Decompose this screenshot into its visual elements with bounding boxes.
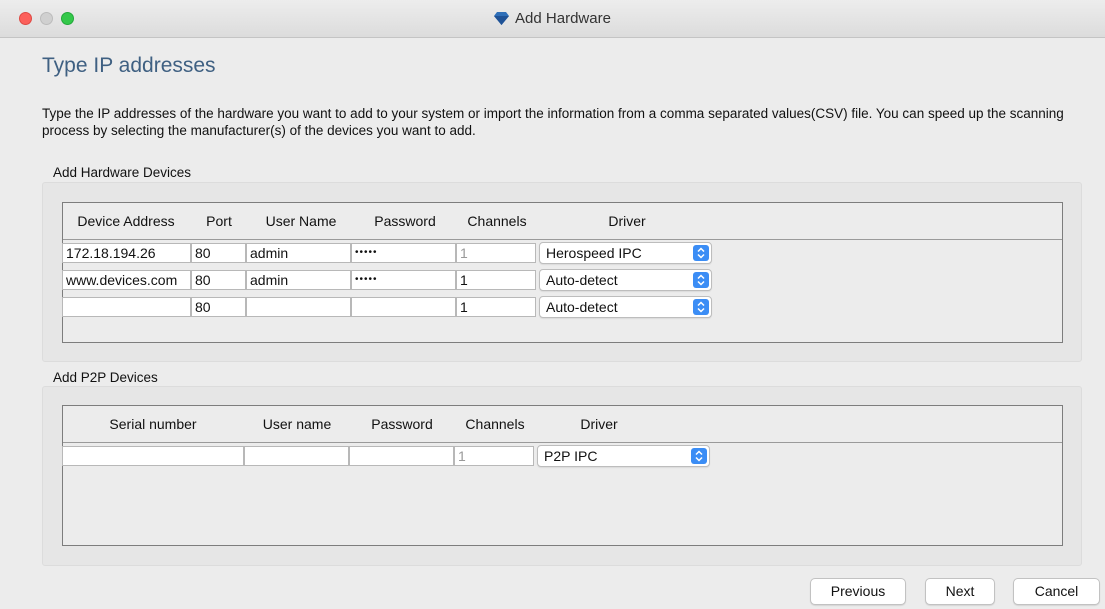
window-title: Add Hardware [0, 10, 1105, 29]
row1-password-input[interactable]: ••••• [351, 243, 456, 263]
row1-port-input[interactable]: 80 [191, 243, 246, 263]
row3-password-input[interactable] [351, 297, 456, 317]
row2-device-address-input[interactable]: www.devices.com [62, 270, 191, 290]
col-driver[interactable]: Driver [537, 406, 661, 442]
p2p-driver-select[interactable]: P2P IPC [537, 445, 710, 467]
row1-device-address-input[interactable]: 172.18.194.26 [62, 243, 191, 263]
row2-password-input[interactable]: ••••• [351, 270, 456, 290]
select-stepper-icon [693, 299, 709, 315]
previous-button[interactable]: Previous [810, 578, 906, 605]
row1-driver-select[interactable]: Herospeed IPC [539, 242, 712, 264]
col-driver[interactable]: Driver [539, 203, 715, 239]
p2p-user-name-input[interactable] [244, 446, 349, 466]
row2-user-name-input[interactable]: admin [246, 270, 351, 290]
row3-driver-value: Auto-detect [546, 299, 618, 315]
cancel-button[interactable]: Cancel [1013, 578, 1100, 605]
app-diamond-icon [494, 11, 510, 29]
p2p-password-input[interactable] [349, 446, 454, 466]
window-title-text: Add Hardware [515, 10, 611, 27]
header-divider [63, 442, 1062, 443]
col-serial-number[interactable]: Serial number [63, 406, 243, 442]
row2-port-input[interactable]: 80 [191, 270, 246, 290]
page-description: Type the IP addresses of the hardware yo… [42, 106, 1064, 138]
row1-user-name-input[interactable]: admin [246, 243, 351, 263]
col-user-name[interactable]: User name [245, 406, 349, 442]
col-password[interactable]: Password [350, 406, 454, 442]
row2-driver-value: Auto-detect [546, 272, 618, 288]
select-stepper-icon [691, 448, 707, 464]
page-title: Type IP addresses [42, 54, 216, 77]
row3-port-input[interactable]: 80 [191, 297, 246, 317]
col-port[interactable]: Port [193, 203, 245, 239]
select-stepper-icon [693, 245, 709, 261]
p2p-table: Serial number User name Password Channel… [62, 405, 1063, 546]
next-button[interactable]: Next [925, 578, 995, 605]
row3-channels-input[interactable]: 1 [456, 297, 536, 317]
col-user-name[interactable]: User Name [249, 203, 353, 239]
row3-user-name-input[interactable] [246, 297, 351, 317]
p2p-group-label: Add P2P Devices [53, 370, 158, 385]
hardware-group-label: Add Hardware Devices [53, 165, 192, 180]
row1-channels-input[interactable]: 1 [456, 243, 536, 263]
row2-channels-input[interactable]: 1 [456, 270, 536, 290]
p2p-driver-value: P2P IPC [544, 448, 598, 464]
col-channels[interactable]: Channels [455, 406, 535, 442]
select-stepper-icon [693, 272, 709, 288]
col-channels[interactable]: Channels [457, 203, 537, 239]
p2p-channels-input[interactable]: 1 [454, 446, 534, 466]
col-device-address[interactable]: Device Address [66, 203, 186, 239]
row3-driver-select[interactable]: Auto-detect [539, 296, 712, 318]
p2p-serial-input[interactable] [62, 446, 244, 466]
title-bar: Add Hardware [0, 0, 1105, 38]
row1-driver-value: Herospeed IPC [546, 245, 642, 261]
col-password[interactable]: Password [353, 203, 457, 239]
header-divider [63, 239, 1062, 240]
row3-device-address-input[interactable] [62, 297, 191, 317]
row2-driver-select[interactable]: Auto-detect [539, 269, 712, 291]
